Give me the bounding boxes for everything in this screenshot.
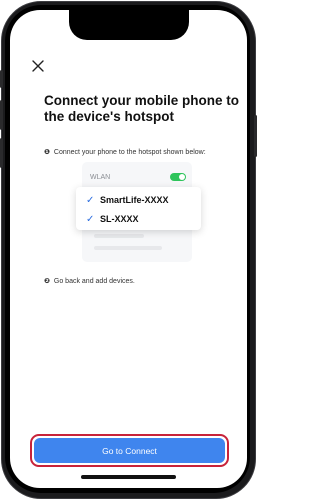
phone-notch [69, 10, 189, 40]
step-1-text: Connect your phone to the hotspot shown … [53, 149, 206, 156]
phone-volume-down-button [0, 138, 3, 168]
phone-side-button [0, 70, 3, 88]
step-2-number: ❷ [44, 278, 50, 285]
network-name: SmartLife-XXXX [100, 195, 169, 205]
step-1-number: ❶ [44, 149, 50, 156]
network-item-sl: ✓ SL-XXXX [86, 212, 139, 226]
go-to-connect-highlight: Go to Connect [30, 434, 229, 467]
page-title: Connect your mobile phone to the device'… [44, 93, 239, 124]
app-screen: Connect your mobile phone to the device'… [10, 10, 247, 488]
home-indicator [81, 475, 176, 479]
close-icon [32, 60, 44, 72]
step-1-instruction: ❶ Connect your phone to the hotspot show… [44, 149, 234, 158]
wlan-row: WLAN [86, 170, 188, 184]
check-icon: ✓ [86, 194, 95, 206]
wlan-toggle [170, 173, 186, 181]
close-button[interactable] [30, 58, 46, 74]
step-2-instruction: ❷ Go back and add devices. [44, 278, 234, 287]
check-icon: ✓ [86, 213, 95, 225]
network-item-smartlife: ✓ SmartLife-XXXX [86, 193, 169, 207]
step-2-text: Go back and add devices. [53, 278, 135, 285]
network-name: SL-XXXX [100, 214, 139, 224]
placeholder-line [94, 246, 162, 250]
go-to-connect-button[interactable]: Go to Connect [34, 438, 225, 463]
network-list-card: ✓ SmartLife-XXXX ✓ SL-XXXX [76, 187, 201, 230]
wlan-label: WLAN [90, 173, 111, 181]
phone-volume-up-button [0, 100, 3, 130]
phone-power-button [254, 115, 257, 157]
placeholder-line [94, 234, 144, 238]
